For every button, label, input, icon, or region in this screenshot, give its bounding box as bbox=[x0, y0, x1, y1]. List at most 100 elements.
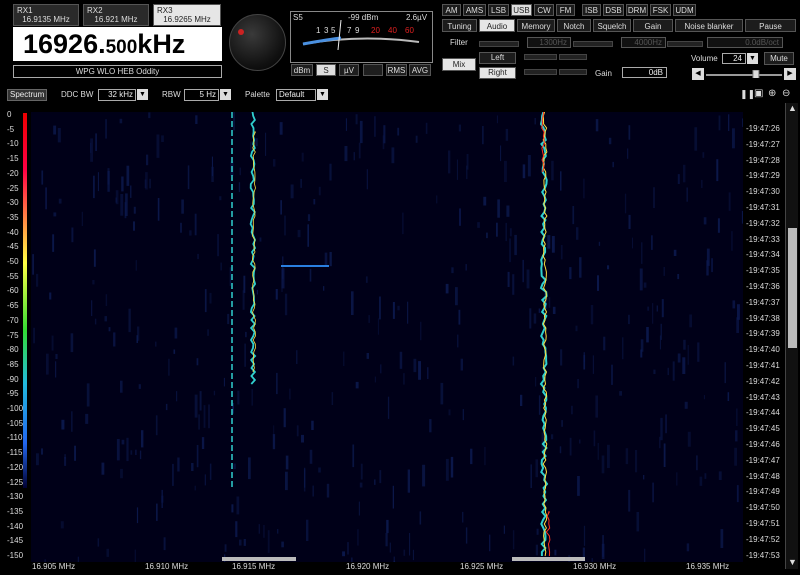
noise-speck bbox=[70, 333, 74, 353]
mode-fsk[interactable]: FSK bbox=[650, 4, 671, 16]
x-tick-label: 16.935 MHz bbox=[686, 562, 730, 571]
noise-speck bbox=[95, 133, 97, 151]
noise-speck bbox=[397, 127, 400, 136]
noise-speck bbox=[718, 115, 721, 131]
noise-speck bbox=[419, 511, 422, 525]
rms-button[interactable]: RMS bbox=[386, 64, 407, 76]
scroll-up-icon[interactable]: ▲ bbox=[786, 103, 799, 113]
waterfall-toolbar: Spectrum DDC BW 32 kHz ▼ RBW 5 Hz ▼ Pale… bbox=[0, 88, 800, 102]
mode-isb[interactable]: ISB bbox=[582, 4, 601, 16]
noise-speck bbox=[51, 335, 54, 351]
mode-dsb[interactable]: DSB bbox=[603, 4, 624, 16]
color-scale-bar bbox=[23, 113, 27, 488]
palette-dropdown-icon[interactable]: ▼ bbox=[317, 89, 328, 100]
noise-speck bbox=[120, 380, 123, 393]
time-label: -19:47:49 bbox=[746, 487, 780, 497]
noise-speck bbox=[296, 350, 298, 364]
palette-field[interactable]: Default bbox=[276, 89, 316, 101]
noise-speck bbox=[551, 160, 554, 181]
tab-notch[interactable]: Notch bbox=[557, 19, 591, 32]
noise-speck bbox=[85, 413, 89, 424]
tab-pause[interactable]: Pause bbox=[745, 19, 796, 32]
gain-field[interactable]: 0dB bbox=[622, 67, 667, 78]
slope-field[interactable]: 0.0dB/oct bbox=[707, 37, 783, 48]
noise-speck bbox=[41, 448, 43, 455]
tab-memory[interactable]: Memory bbox=[517, 19, 555, 32]
y-tick-label: -80 bbox=[7, 345, 19, 355]
left-button[interactable]: Left bbox=[479, 52, 516, 64]
zoom-in-icon[interactable]: ⊕ bbox=[768, 88, 776, 99]
mode-udm[interactable]: UDM bbox=[673, 4, 696, 16]
tab-audio[interactable]: Audio bbox=[479, 19, 515, 32]
mute-button[interactable]: Mute bbox=[764, 52, 794, 65]
noise-speck bbox=[121, 439, 125, 445]
volume-dropdown-icon[interactable]: ▼ bbox=[747, 53, 758, 64]
s-button[interactable]: S bbox=[316, 64, 336, 76]
filter-low-field[interactable]: 1300Hz bbox=[527, 37, 571, 48]
spectrum-button[interactable]: Spectrum bbox=[7, 89, 48, 101]
tab-noise-blanker[interactable]: Noise blanker bbox=[675, 19, 743, 32]
volume-thumb bbox=[752, 70, 760, 78]
noise-speck bbox=[251, 389, 253, 406]
volume-right-arrow-icon[interactable]: ▶ bbox=[784, 68, 796, 80]
vertical-scrollbar[interactable]: ▲ ▼ bbox=[785, 103, 798, 569]
mode-usb[interactable]: USB bbox=[511, 4, 532, 16]
mode-fm[interactable]: FM bbox=[556, 4, 575, 16]
meter-blank-button[interactable] bbox=[363, 64, 383, 76]
y-tick-label: -75 bbox=[7, 330, 19, 340]
noise-speck bbox=[703, 217, 707, 225]
zoom-out-icon[interactable]: ⊖ bbox=[782, 88, 790, 99]
mode-am[interactable]: AM bbox=[442, 4, 461, 16]
y-tick-label: -20 bbox=[7, 168, 19, 178]
noise-speck bbox=[196, 358, 199, 366]
horizontal-scroll-thumb-2[interactable] bbox=[512, 557, 585, 561]
rx2-tab[interactable]: RX2 16.921 MHz bbox=[83, 4, 149, 26]
avg-button[interactable]: AVG bbox=[409, 64, 431, 76]
scroll-down-icon[interactable]: ▼ bbox=[786, 557, 799, 567]
volume-left-arrow-icon[interactable]: ◀ bbox=[692, 68, 704, 80]
mix-button[interactable]: Mix bbox=[442, 58, 476, 71]
volume-field[interactable]: 24 bbox=[722, 53, 746, 64]
noise-speck bbox=[173, 349, 176, 354]
rx3-tab[interactable]: RX3 16.9265 MHz bbox=[153, 4, 221, 26]
save-icon[interactable]: ▣ bbox=[754, 88, 763, 99]
noise-speck bbox=[595, 395, 598, 418]
ddc-bw-dropdown-icon[interactable]: ▼ bbox=[137, 89, 148, 100]
noise-speck bbox=[236, 496, 240, 515]
station-label[interactable]: WPG WLO HEB Oddity bbox=[13, 65, 222, 78]
tab-squelch[interactable]: Squelch bbox=[593, 19, 631, 32]
rbw-dropdown-icon[interactable]: ▼ bbox=[220, 89, 231, 100]
noise-speck bbox=[667, 367, 669, 376]
filter-high-field[interactable]: 4000Hz bbox=[621, 37, 666, 48]
noise-speck bbox=[601, 543, 605, 559]
uv-button[interactable]: µV bbox=[339, 64, 359, 76]
horizontal-scroll-thumb-1[interactable] bbox=[222, 557, 296, 561]
tab-tuning[interactable]: Tuning bbox=[442, 19, 477, 32]
volume-slider[interactable] bbox=[704, 70, 784, 78]
noise-speck bbox=[535, 459, 538, 478]
noise-speck bbox=[220, 262, 222, 271]
waterfall-display[interactable] bbox=[31, 112, 743, 562]
dbm-button[interactable]: dBm bbox=[291, 64, 313, 76]
tab-gain[interactable]: Gain bbox=[633, 19, 673, 32]
noise-speck bbox=[677, 274, 680, 280]
ddc-bw-field[interactable]: 32 kHz bbox=[98, 89, 136, 101]
rbw-field[interactable]: 5 Hz bbox=[184, 89, 219, 101]
mode-lsb[interactable]: LSB bbox=[488, 4, 509, 16]
noise-speck bbox=[489, 534, 491, 552]
tuning-knob[interactable] bbox=[229, 14, 286, 71]
vertical-scroll-thumb[interactable] bbox=[788, 228, 797, 348]
mode-drm[interactable]: DRM bbox=[626, 4, 648, 16]
mode-cw[interactable]: CW bbox=[534, 4, 554, 16]
noise-speck bbox=[628, 489, 631, 512]
rx1-tab[interactable]: RX1 16.9135 MHz bbox=[13, 4, 79, 26]
noise-speck bbox=[660, 417, 663, 441]
noise-speck bbox=[155, 415, 158, 436]
noise-speck bbox=[538, 308, 541, 313]
noise-speck bbox=[49, 292, 52, 300]
mode-ams[interactable]: AMS bbox=[463, 4, 486, 16]
pause-icon[interactable]: ❚❚ bbox=[740, 89, 755, 100]
noise-speck bbox=[197, 253, 199, 260]
right-button[interactable]: Right bbox=[479, 67, 516, 79]
frequency-display[interactable]: 16926.500kHz bbox=[13, 27, 222, 61]
